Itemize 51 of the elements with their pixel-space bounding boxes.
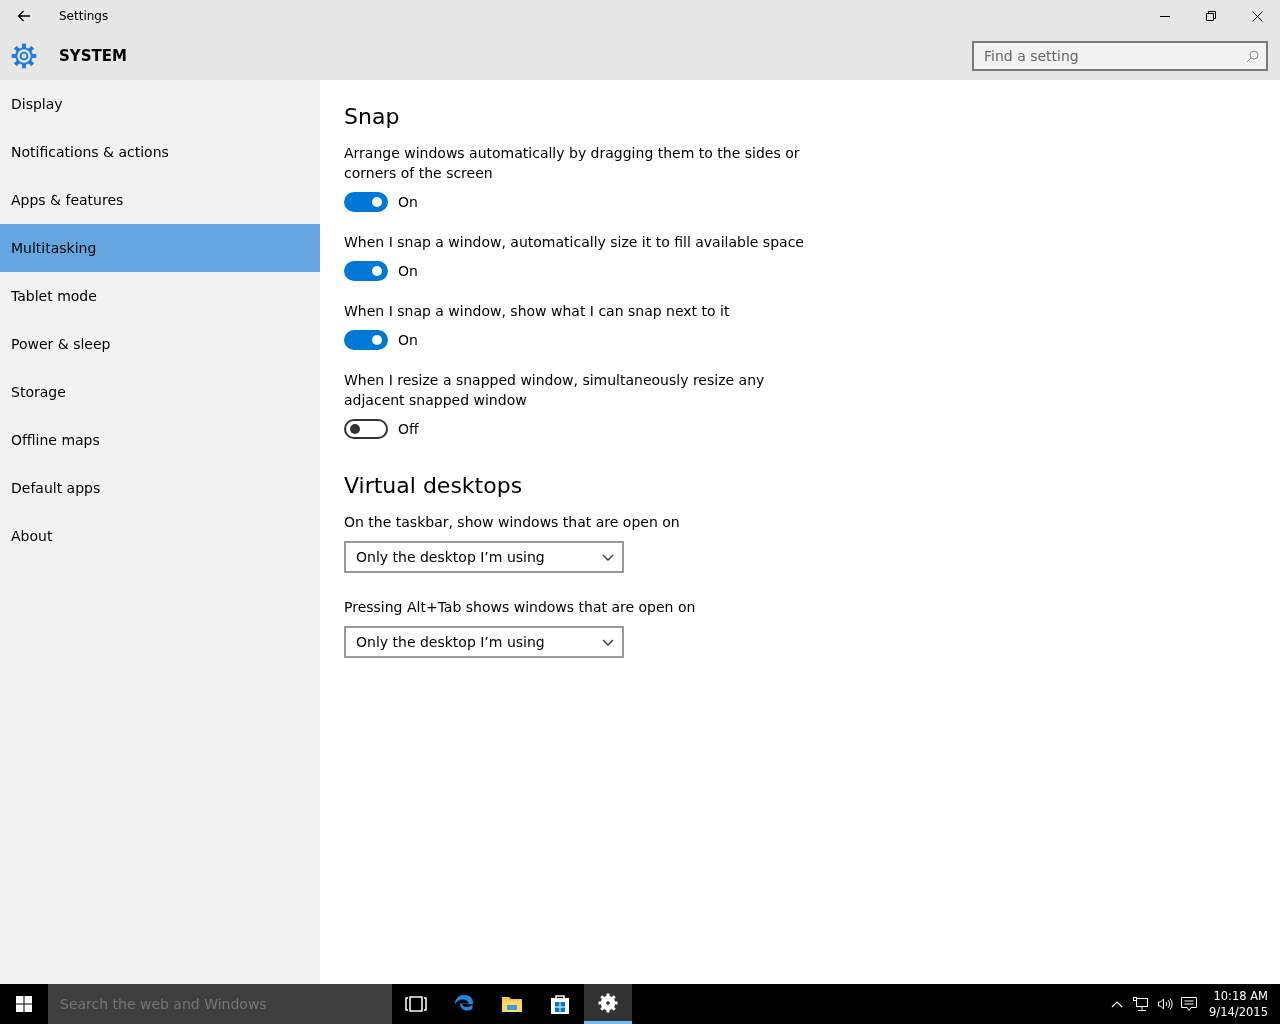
clock-time: 10:18 AM — [1212, 988, 1268, 1004]
window-title: Settings — [59, 9, 110, 23]
sidebar-item[interactable]: Power & sleep — [0, 320, 320, 368]
setting-label: When I resize a snapped window, simultaneously resize any adjacent snapped window — [344, 371, 766, 410]
dropdown[interactable]: Only the desktop I’m using — [344, 626, 624, 658]
toggle-switch[interactable] — [344, 192, 388, 212]
toggle-switch[interactable] — [344, 419, 388, 439]
speaker-icon — [1157, 997, 1174, 1011]
sidebar-item[interactable]: About — [0, 512, 320, 560]
taskbar-app[interactable] — [584, 984, 632, 1024]
setting-label: Arrange windows automatically by dragging them to the sides or corners of the screen — [344, 144, 801, 183]
setting-label: Pressing Alt+Tab shows windows that are open on — [344, 598, 697, 617]
search-icon — [1246, 50, 1259, 63]
folder-icon — [501, 994, 523, 1014]
chevron-up-icon — [1111, 1000, 1124, 1008]
toggle-state: On — [398, 332, 418, 348]
settings-icon — [598, 992, 618, 1013]
clock-date: 9/14/2015 — [1209, 1004, 1268, 1020]
store-icon — [550, 993, 570, 1015]
setting-label: When I snap a window, automatically size it to fill available space — [344, 233, 805, 252]
chevron-down-icon — [602, 638, 614, 646]
toggle-state: On — [398, 263, 418, 279]
sidebar-item[interactable]: Multitasking — [0, 224, 320, 272]
restore-icon — [1206, 11, 1216, 21]
back-arrow-icon — [17, 10, 31, 22]
setting-label: When I snap a window, show what I can snap next to it — [344, 302, 731, 321]
section-heading: Virtual desktops — [344, 473, 524, 498]
setting-label: On the taskbar, show windows that are open on — [344, 513, 681, 532]
windows-logo-icon — [16, 996, 32, 1012]
task-view-icon — [405, 996, 427, 1012]
sidebar-item[interactable]: Default apps — [0, 464, 320, 512]
network-icon — [1133, 996, 1150, 1012]
search-field[interactable]: Find a setting — [972, 41, 1268, 71]
gear-icon — [11, 43, 37, 69]
sidebar-item[interactable]: Apps & features — [0, 176, 320, 224]
sidebar-item[interactable]: Notifications & actions — [0, 128, 320, 176]
chevron-down-icon — [602, 553, 614, 561]
page-title: SYSTEM — [59, 47, 128, 65]
sidebar-item[interactable]: Display — [0, 80, 320, 128]
sidebar-item[interactable]: Storage — [0, 368, 320, 416]
toggle-switch[interactable] — [344, 330, 388, 350]
toggle-state: On — [398, 194, 418, 210]
toggle-state: Off — [398, 421, 419, 437]
minimize-icon — [1160, 15, 1170, 17]
section-heading: Snap — [344, 104, 401, 129]
sidebar-item[interactable]: Tablet mode — [0, 272, 320, 320]
dropdown[interactable]: Only the desktop I’m using — [344, 541, 624, 573]
sidebar-item[interactable]: Offline maps — [0, 416, 320, 464]
close-icon — [1251, 10, 1263, 22]
message-icon — [1181, 996, 1198, 1012]
toggle-switch[interactable] — [344, 261, 388, 281]
